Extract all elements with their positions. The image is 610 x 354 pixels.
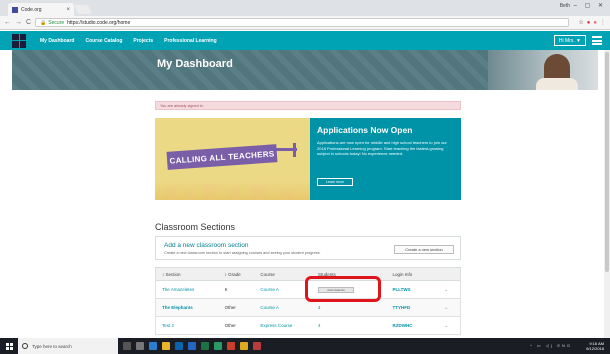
scrollbar-thumb[interactable] bbox=[605, 52, 609, 272]
column-header-grade[interactable]: ↕ Grade bbox=[219, 272, 255, 277]
section-grade: Other bbox=[224, 323, 236, 328]
nav-course-catalog[interactable]: Course Catalog bbox=[85, 38, 122, 44]
section-course-link[interactable]: Express Course bbox=[254, 323, 312, 328]
extension-icon[interactable]: ● bbox=[587, 20, 591, 26]
banner-text: CALLING ALL TEACHERS bbox=[169, 148, 275, 166]
reload-icon[interactable]: C bbox=[26, 19, 31, 26]
page-title: My Dashboard bbox=[157, 58, 233, 70]
url-text[interactable]: https://studio.code.org/home bbox=[67, 20, 130, 26]
system-tray-icons[interactable]: ^ ▭ ◁) ENG bbox=[530, 343, 572, 348]
taskbar-search-placeholder: Type here to search bbox=[32, 343, 72, 349]
teacher-photo-shirt bbox=[536, 78, 578, 90]
promo-illustration: CALLING ALL TEACHERS bbox=[155, 118, 310, 200]
tab-title: Code.org bbox=[21, 6, 42, 13]
close-tab-icon[interactable]: × bbox=[66, 7, 70, 13]
student-count-link[interactable]: 4 bbox=[312, 305, 386, 310]
new-tab-button[interactable] bbox=[74, 5, 92, 14]
file-explorer-icon[interactable] bbox=[162, 342, 170, 350]
address-bar: ← → C 🔒 Secure https://studio.code.org/h… bbox=[0, 16, 610, 30]
login-code-link[interactable]: PLLTWX bbox=[386, 287, 438, 292]
row-menu-chevron-icon[interactable]: ⌄ bbox=[438, 323, 460, 329]
login-code-link[interactable]: RZDWHC bbox=[386, 323, 438, 328]
section-course-link[interactable]: Course A bbox=[254, 305, 312, 310]
banner-plane-wing bbox=[293, 143, 296, 157]
section-grade: K bbox=[224, 287, 228, 292]
windows-start-icon[interactable] bbox=[0, 338, 18, 354]
secure-label: Secure bbox=[48, 19, 65, 26]
url-field[interactable]: 🔒 Secure https://studio.code.org/home bbox=[35, 18, 570, 27]
task-view-icon[interactable] bbox=[136, 342, 144, 350]
table-row: Test 2 Other Express Course 4 RZDWHC ⌄ bbox=[155, 317, 461, 335]
store-icon[interactable] bbox=[175, 342, 183, 350]
signed-in-alert: You are already signed in. bbox=[155, 101, 461, 110]
row-menu-chevron-icon[interactable]: ⌄ bbox=[438, 305, 460, 311]
lock-icon: 🔒 bbox=[40, 19, 47, 26]
search-circle-icon bbox=[22, 343, 28, 349]
windows-taskbar: Type here to search ^ ▭ ◁) ENG 9:16 AM 6… bbox=[0, 338, 610, 354]
forward-icon[interactable]: → bbox=[15, 19, 22, 26]
red-highlight-annotation bbox=[305, 276, 381, 302]
column-header-section[interactable]: ↕ Section bbox=[156, 272, 219, 277]
header-photo bbox=[488, 50, 598, 90]
student-count-link[interactable]: 4 bbox=[312, 323, 386, 328]
codeorg-logo-icon[interactable] bbox=[12, 33, 26, 48]
browser-tab[interactable]: Code.org × bbox=[8, 3, 74, 16]
chrome-icon[interactable] bbox=[240, 342, 248, 350]
window-controls[interactable]: – ▢ ✕ bbox=[574, 2, 606, 9]
nav-professional-learning[interactable]: Professional Learning bbox=[164, 38, 217, 44]
nav-projects[interactable]: Projects bbox=[133, 38, 153, 44]
section-name-link[interactable]: Test 2 bbox=[156, 323, 219, 328]
mic-icon[interactable] bbox=[123, 342, 131, 350]
promo-text-panel: Applications Now Open Applications are n… bbox=[310, 118, 461, 200]
section-grade: Other bbox=[224, 305, 236, 310]
nav-my-dashboard[interactable]: My Dashboard bbox=[40, 38, 74, 44]
column-header-login-info: Login Info bbox=[392, 271, 413, 277]
menu-dots-icon[interactable]: ⋮ bbox=[600, 19, 606, 26]
excel-icon[interactable] bbox=[201, 342, 209, 350]
skyline bbox=[155, 180, 310, 200]
classroom-sections-title: Classroom Sections bbox=[155, 222, 236, 232]
learn-more-button[interactable]: Learn more bbox=[317, 178, 353, 186]
hamburger-menu-icon[interactable] bbox=[592, 36, 602, 45]
calling-teachers-banner: CALLING ALL TEACHERS bbox=[166, 144, 278, 170]
row-menu-chevron-icon[interactable]: ⌄ bbox=[438, 287, 460, 293]
powerpoint-icon[interactable] bbox=[227, 342, 235, 350]
browser-user-label[interactable]: Beth bbox=[560, 3, 570, 9]
dashboard-header: My Dashboard bbox=[12, 50, 598, 90]
taskbar-clock[interactable]: 9:16 AM 6/12/2018 bbox=[586, 341, 604, 351]
page-scrollbar[interactable] bbox=[604, 50, 610, 338]
codeorg-favicon-icon bbox=[12, 6, 18, 13]
promo-body: Applications are now open for middle and… bbox=[317, 140, 447, 156]
taskbar-search-box[interactable]: Type here to search bbox=[18, 338, 118, 354]
back-icon[interactable]: ← bbox=[4, 19, 11, 26]
section-name-link[interactable]: The Elephants bbox=[156, 305, 219, 310]
section-course-link[interactable]: Course A bbox=[254, 287, 312, 292]
user-menu-button[interactable]: Hi Mrs. ▼ bbox=[553, 35, 586, 46]
browser-tab-bar: Code.org × Beth – ▢ ✕ bbox=[0, 0, 610, 16]
table-row: The Elephants Other Course A 4 TTYHFD ⌄ bbox=[155, 299, 461, 317]
app-icon[interactable] bbox=[253, 342, 261, 350]
column-header-course: Course bbox=[260, 271, 275, 277]
bookmark-star-icon[interactable]: ☆ bbox=[578, 19, 583, 26]
section-name-link[interactable]: The Amazeletes bbox=[156, 287, 219, 292]
extension-icon[interactable]: ● bbox=[593, 20, 597, 26]
add-section-box: Add a new classroom section Create a new… bbox=[155, 236, 461, 260]
alert-text: You are already signed in. bbox=[160, 103, 204, 108]
promo-card: CALLING ALL TEACHERS Applications Now Op… bbox=[155, 118, 461, 200]
app-icon[interactable] bbox=[214, 342, 222, 350]
promo-heading: Applications Now Open bbox=[317, 125, 413, 135]
clock-date: 6/12/2018 bbox=[586, 346, 604, 351]
site-nav: My Dashboard Course Catalog Projects Pro… bbox=[0, 31, 610, 50]
create-section-button[interactable]: Create a new section bbox=[394, 245, 454, 254]
edge-icon[interactable] bbox=[149, 342, 157, 350]
word-icon[interactable] bbox=[188, 342, 196, 350]
login-code-link[interactable]: TTYHFD bbox=[386, 305, 438, 310]
